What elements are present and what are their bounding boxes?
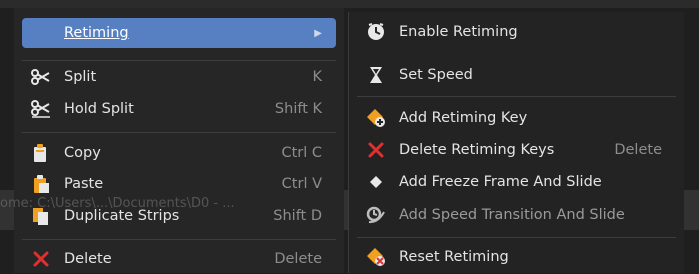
- menu-item-label: Duplicate Strips: [64, 208, 180, 224]
- menu-item-paste[interactable]: Paste Ctrl V: [22, 169, 336, 199]
- delete-x-icon: [30, 248, 52, 270]
- menu-item-label: Copy: [64, 145, 101, 161]
- menu-separator: [22, 60, 336, 61]
- menu-item-label: Delete Retiming Keys: [399, 142, 555, 158]
- menu-separator: [357, 237, 676, 238]
- menu-item-set-speed[interactable]: Set Speed: [357, 60, 676, 90]
- menu-item-add-retiming-key[interactable]: Add Retiming Key: [357, 103, 676, 133]
- menu-item-label: Retiming: [64, 25, 129, 41]
- hold-scissors-icon: [30, 98, 52, 120]
- menu-item-retiming[interactable]: Retiming ▶: [22, 18, 336, 48]
- menu-item-copy[interactable]: Copy Ctrl C: [22, 138, 336, 168]
- shortcut-label: Delete: [274, 251, 322, 267]
- duplicate-icon: [30, 205, 52, 227]
- clock-icon: [365, 21, 387, 43]
- diamond-icon: [365, 171, 387, 193]
- strip-context-menu: Retiming ▶ Split K Hold Split Shift K Co…: [14, 8, 344, 273]
- menu-item-delete-retiming-keys[interactable]: Delete Retiming Keys Delete: [357, 135, 676, 165]
- menu-item-label: Add Retiming Key: [399, 110, 528, 126]
- speed-icon: [365, 64, 387, 86]
- menu-item-duplicate-strips[interactable]: Duplicate Strips Shift D: [22, 201, 336, 231]
- reset-key-icon: [365, 246, 387, 268]
- menu-item-add-freeze-frame[interactable]: Add Freeze Frame And Slide: [357, 167, 676, 197]
- menu-separator: [22, 132, 336, 133]
- shortcut-label: Shift K: [274, 101, 322, 117]
- speed-transition-icon: [365, 204, 387, 226]
- submenu-arrow-icon: ▶: [314, 27, 322, 39]
- menu-item-enable-retiming[interactable]: Enable Retiming: [357, 17, 676, 47]
- background-top: [0, 0, 699, 8]
- menu-item-label: Enable Retiming: [399, 24, 518, 40]
- paste-icon: [30, 173, 52, 195]
- shortcut-label: Ctrl C: [281, 145, 322, 161]
- menu-item-label: Add Freeze Frame And Slide: [399, 174, 602, 190]
- shortcut-label: Shift D: [273, 208, 322, 224]
- add-key-icon: [365, 107, 387, 129]
- menu-separator: [357, 96, 676, 97]
- menu-item-label: Delete: [64, 251, 112, 267]
- scissors-icon: [30, 66, 52, 88]
- menu-item-reset-retiming[interactable]: Reset Retiming: [357, 242, 676, 272]
- shortcut-label: K: [312, 69, 322, 85]
- delete-x-icon: [365, 139, 387, 161]
- retiming-submenu: Enable Retiming Set Speed Add Retiming K…: [348, 12, 684, 273]
- menu-item-label: Hold Split: [64, 101, 134, 117]
- menu-item-label: Split: [64, 69, 97, 85]
- menu-item-add-speed-transition[interactable]: Add Speed Transition And Slide: [357, 200, 676, 230]
- blank-icon: [30, 22, 52, 44]
- menu-item-label: Add Speed Transition And Slide: [399, 207, 625, 223]
- menu-item-label: Set Speed: [399, 67, 473, 83]
- menu-separator: [22, 239, 336, 240]
- shortcut-label: Ctrl V: [281, 176, 322, 192]
- menu-item-split[interactable]: Split K: [22, 62, 336, 92]
- menu-item-label: Paste: [64, 176, 104, 192]
- copy-icon: [30, 142, 52, 164]
- menu-item-hold-split[interactable]: Hold Split Shift K: [22, 94, 336, 124]
- menu-item-label: Reset Retiming: [399, 249, 509, 265]
- menu-item-delete[interactable]: Delete Delete: [22, 244, 336, 274]
- shortcut-label: Delete: [614, 142, 662, 158]
